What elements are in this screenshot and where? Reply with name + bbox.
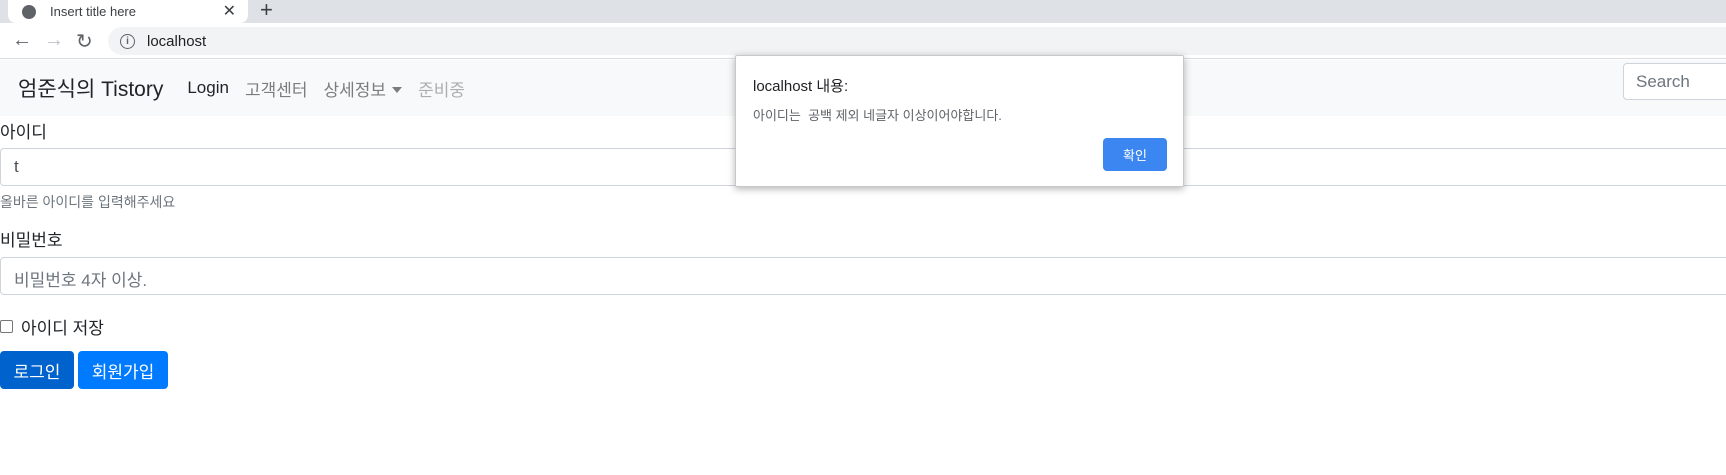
id-help-text: 올바른 아이디를 입력해주세요 [0, 194, 176, 210]
new-tab-icon[interactable]: + [260, 0, 273, 23]
caret-down-icon [392, 86, 403, 93]
reload-icon[interactable]: ↻ [76, 29, 93, 54]
id-label: 아이디 [0, 123, 47, 142]
address-input[interactable]: i localhost [108, 27, 1726, 55]
brand[interactable]: 엄준식의 Tistory [18, 73, 163, 103]
remember-checkbox[interactable] [0, 320, 13, 333]
nav-support[interactable]: 고객센터 [245, 76, 308, 101]
nav-coming-soon: 준비중 [418, 80, 465, 100]
url-text: localhost [147, 32, 207, 50]
back-icon[interactable]: ← [12, 29, 32, 52]
remember-id[interactable]: 아이디 저장 [0, 314, 104, 339]
info-icon[interactable]: i [120, 33, 135, 49]
forward-icon[interactable]: → [44, 29, 64, 52]
login-button[interactable]: 로그인 [0, 351, 74, 389]
address-bar-row: ← → ↻ i localhost [0, 23, 1726, 59]
remember-label: 아이디 저장 [21, 319, 104, 338]
alert-dialog: localhost 내용: 아이디는 공백 제외 네글자 이상이어야합니다. 확… [735, 55, 1184, 187]
search-input[interactable]: Search [1623, 63, 1726, 100]
browser-tab-bar: Insert title here ✕ + [0, 0, 1726, 23]
dialog-ok-button[interactable]: 확인 [1103, 138, 1167, 171]
close-tab-icon[interactable]: ✕ [223, 1, 236, 21]
tab-title: Insert title here [50, 4, 136, 19]
globe-icon [22, 4, 36, 19]
nav-details-label: 상세정보 [323, 80, 387, 100]
dialog-message: 아이디는 공백 제외 네글자 이상이어야합니다. [753, 108, 1002, 123]
nav-details-dropdown[interactable]: 상세정보 [324, 76, 403, 101]
password-label: 비밀번호 [0, 231, 63, 250]
password-input[interactable]: 비밀번호 4자 이상. [0, 257, 1726, 295]
dialog-title: localhost 내용: [753, 78, 849, 95]
signup-button[interactable]: 회원가입 [78, 351, 168, 389]
nav-login[interactable]: Login [187, 78, 229, 98]
browser-tab[interactable]: Insert title here ✕ [8, 0, 248, 23]
